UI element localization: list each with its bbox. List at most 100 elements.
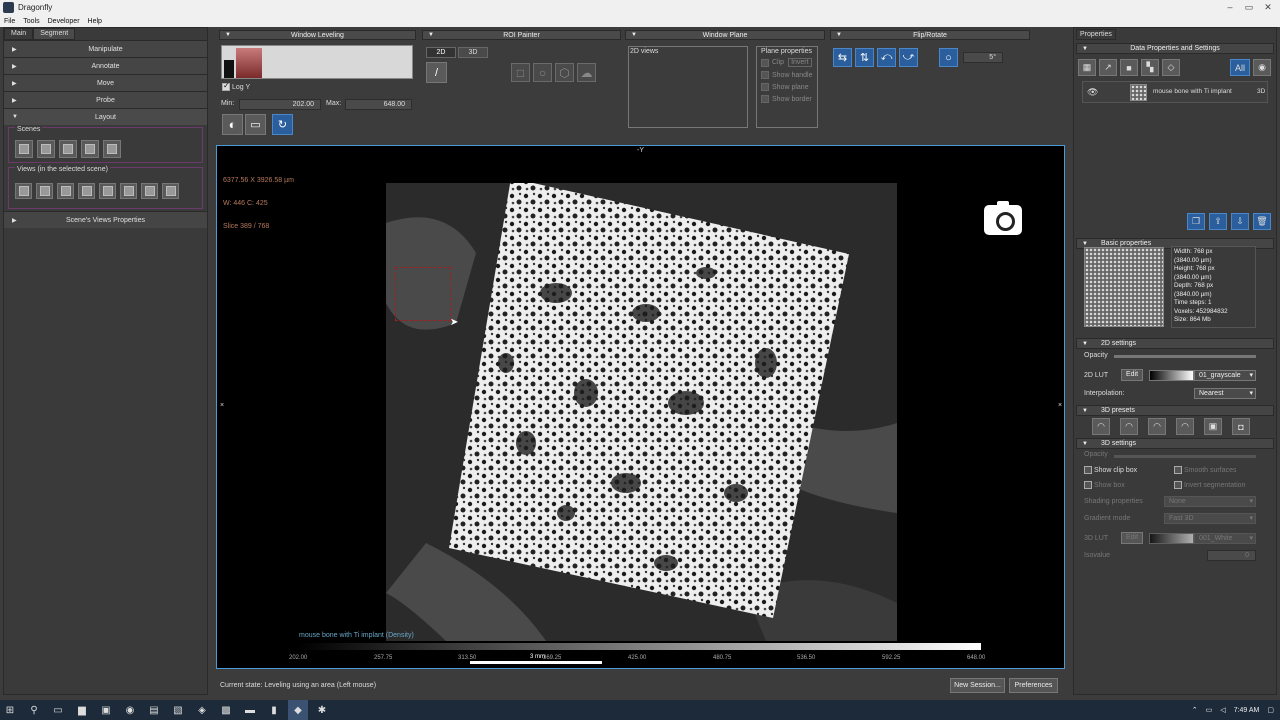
show-clip-box-checkbox[interactable] [1084, 466, 1092, 474]
invert-segmentation-option[interactable]: Invert segmentation [1174, 481, 1245, 489]
scene-layout-5-button[interactable] [103, 140, 121, 158]
isovalue-field[interactable]: 0 [1207, 550, 1256, 561]
flip-horizontal-icon[interactable]: ⇆ [833, 48, 852, 67]
show-box-checkbox[interactable] [1084, 481, 1092, 489]
section-scene-views-properties[interactable]: ▶ Scene's Views Properties [4, 211, 207, 228]
flip-rotate-header[interactable]: ▼ Flip/Rotate [830, 30, 1030, 40]
view-layout-7-button[interactable] [141, 183, 158, 199]
multi-roi-icon[interactable]: ▚ [1141, 59, 1159, 76]
volume-icon[interactable]: ■ [1120, 59, 1138, 76]
preset-1-icon[interactable]: ◠ [1092, 418, 1110, 435]
eye-toggle-icon[interactable]: ◉ [1253, 59, 1271, 76]
show-handle-checkbox[interactable] [761, 71, 769, 79]
export-icon[interactable]: ⇪ [1209, 213, 1227, 230]
log-y-checkbox[interactable] [222, 81, 230, 91]
clip-option[interactable]: Clip Invert [761, 58, 817, 67]
app-icon[interactable]: ▬ [240, 700, 260, 720]
section-layout[interactable]: ▼ Layout [4, 108, 207, 125]
rotate-angle-field[interactable]: 5° [963, 52, 1003, 63]
app-icon[interactable]: ▩ [216, 700, 236, 720]
preset-6-icon[interactable]: ◘ [1232, 418, 1250, 435]
show-plane-checkbox[interactable] [761, 83, 769, 91]
3d-presets-header[interactable]: ▼ 3D presets [1076, 405, 1274, 416]
delete-icon[interactable]: 🗑 [1253, 213, 1271, 230]
import-icon[interactable]: ⇩ [1231, 213, 1249, 230]
section-manipulate[interactable]: ▶ Manipulate [4, 40, 207, 57]
preset-2-icon[interactable]: ◠ [1120, 418, 1138, 435]
smooth-surfaces-option[interactable]: Smooth surfaces [1174, 466, 1236, 474]
object-row[interactable]: 👁 mouse bone with Ti implant 3D [1082, 81, 1268, 103]
preset-3-icon[interactable]: ◠ [1148, 418, 1166, 435]
2d-settings-header[interactable]: ▼ 2D settings [1076, 338, 1274, 349]
visibility-eye-icon[interactable]: 👁 [1087, 87, 1098, 98]
section-probe[interactable]: ▶ Probe [4, 91, 207, 108]
menu-file[interactable]: File [4, 18, 15, 25]
invert-segmentation-checkbox[interactable] [1174, 481, 1182, 489]
view-layout-8-button[interactable] [162, 183, 179, 199]
scene-layout-2-button[interactable] [37, 140, 55, 158]
chrome-icon[interactable]: ◉ [120, 700, 140, 720]
show-plane-option[interactable]: Show plane [761, 83, 817, 91]
histogram[interactable] [221, 45, 413, 79]
log-y-option[interactable]: Log Y [222, 81, 250, 91]
freehand-shape-icon[interactable]: ☁ [577, 63, 596, 82]
camera-icon[interactable] [984, 201, 1022, 235]
window-plane-header[interactable]: ▼ Window Plane [625, 30, 825, 40]
flip-vertical-icon[interactable]: ⇅ [855, 48, 874, 67]
lut-edit-button[interactable]: Edit [1121, 369, 1143, 381]
brush-icon[interactable]: / [426, 62, 447, 83]
lut-dropdown[interactable]: 01_grayscale [1194, 370, 1256, 381]
circle-shape-icon[interactable]: ○ [533, 63, 552, 82]
search-icon[interactable]: ⚲ [24, 700, 44, 720]
show-clip-box-option[interactable]: Show clip box [1084, 466, 1137, 474]
view-layout-4-button[interactable] [78, 183, 95, 199]
app-icon[interactable]: ▮ [264, 700, 284, 720]
lut3d-dropdown[interactable]: 001_White [1194, 533, 1256, 544]
app-icon[interactable]: ✱ [312, 700, 332, 720]
data-properties-header[interactable]: ▼ Data Properties and Settings [1076, 43, 1274, 54]
rotate-right-icon[interactable]: ⤻ [899, 48, 918, 67]
show-box-option[interactable]: Show box [1084, 481, 1125, 489]
rectangle-shape-icon[interactable]: □ [511, 63, 530, 82]
polygon-shape-icon[interactable]: ⬡ [555, 63, 574, 82]
show-border-checkbox[interactable] [761, 95, 769, 103]
area-select-icon[interactable]: ▭ [245, 114, 266, 135]
lut3d-edit-button[interactable]: Edit [1121, 532, 1143, 544]
dragonfly-taskbar-icon[interactable]: ◆ [288, 700, 308, 720]
scene-layout-4-button[interactable] [81, 140, 99, 158]
preferences-button[interactable]: Preferences [1009, 678, 1058, 693]
copy-icon[interactable]: ❐ [1187, 213, 1205, 230]
show-handle-option[interactable]: Show handle [761, 71, 817, 79]
interpolation-dropdown[interactable]: Nearest [1194, 388, 1256, 399]
task-view-icon[interactable]: ▭ [48, 700, 68, 720]
tab-main[interactable]: Main [4, 28, 34, 40]
section-annotate[interactable]: ▶ Annotate [4, 57, 207, 74]
image-viewport[interactable]: 6377.56 X 3926.58 µm W: 446 C: 425 Slice… [216, 145, 1065, 669]
view-layout-6-button[interactable] [120, 183, 137, 199]
view-layout-5-button[interactable] [99, 183, 116, 199]
new-session-button[interactable]: New Session... [950, 678, 1005, 693]
smooth-surfaces-checkbox[interactable] [1174, 466, 1182, 474]
contrast-icon[interactable]: ◐ [222, 114, 243, 135]
opacity3d-slider[interactable] [1114, 455, 1256, 458]
window-leveling-header[interactable]: ▼ Window Leveling [219, 30, 416, 40]
view-layout-1-button[interactable] [15, 183, 32, 199]
scene-layout-3-button[interactable] [59, 140, 77, 158]
scene-layout-1-button[interactable] [15, 140, 33, 158]
maximize-icon[interactable]: ▭ [1241, 1, 1257, 13]
clock[interactable]: 7:49 AM [1234, 707, 1260, 714]
reset-icon[interactable]: ↻ [272, 114, 293, 135]
grid-icon[interactable]: ▦ [1078, 59, 1096, 76]
mode-3d-toggle[interactable]: 3D [458, 47, 488, 58]
file-explorer-icon[interactable]: ▆ [72, 700, 92, 720]
preset-5-icon[interactable]: ▣ [1204, 418, 1222, 435]
volume-icon[interactable]: ◁ [1220, 706, 1225, 714]
menu-help[interactable]: Help [88, 18, 102, 25]
chart-icon[interactable]: ↗ [1099, 59, 1117, 76]
show-border-option[interactable]: Show border [761, 95, 817, 103]
rotate-angle-icon[interactable]: ○ [939, 48, 958, 67]
section-move[interactable]: ▶ Move [4, 74, 207, 91]
grayscale-colorbar[interactable] [297, 643, 981, 650]
app-icon[interactable]: ◈ [192, 700, 212, 720]
preset-4-icon[interactable]: ◠ [1176, 418, 1194, 435]
